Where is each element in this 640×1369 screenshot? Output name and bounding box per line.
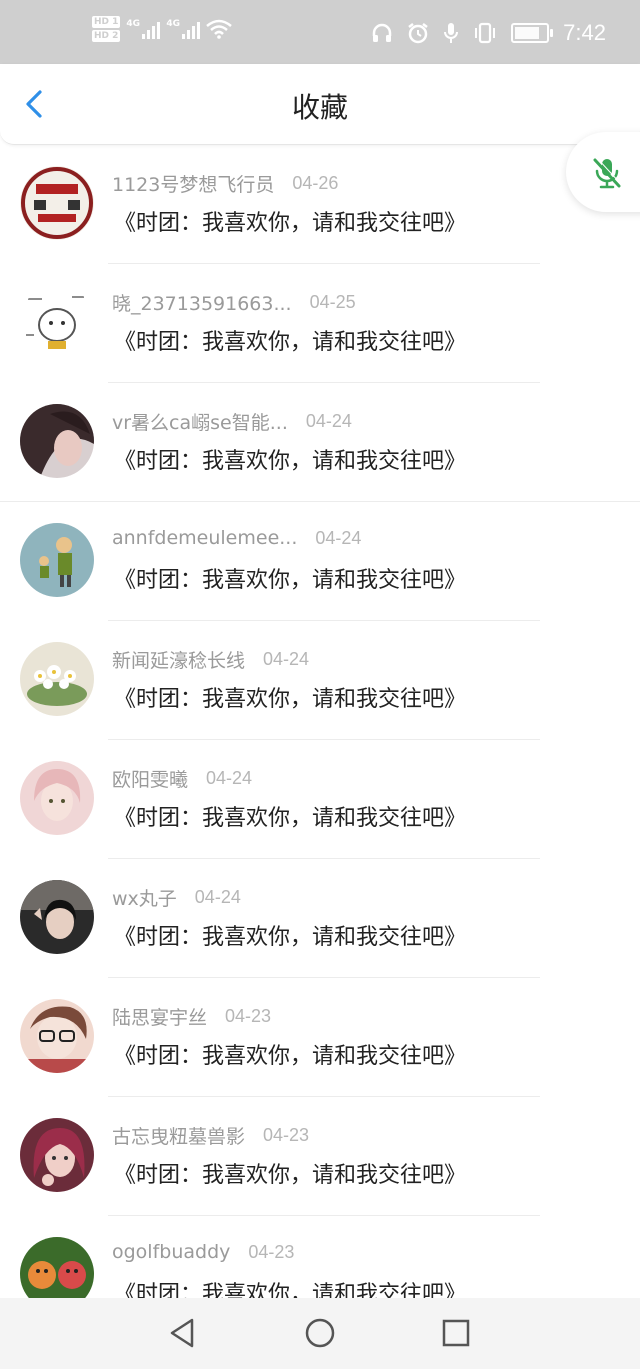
item-meta: wx丸子 04-24: [112, 884, 241, 911]
item-meta: 陆思宴宇丝 04-23: [112, 1003, 271, 1030]
item-title[interactable]: 《时团：我喜欢你，请和我交往吧》: [114, 205, 466, 237]
sim2-label: HD 2: [92, 30, 121, 42]
status-bar: HD 1 HD 2 4G 4G 7:42: [0, 0, 640, 64]
list-item[interactable]: 古忘曳粈墓兽影 04-23 《时团：我喜欢你，请和我交往吧》: [0, 1097, 640, 1216]
item-date: 04-25: [309, 292, 356, 312]
author-name[interactable]: wx丸子: [112, 884, 177, 911]
vibrate-icon: [475, 22, 496, 44]
item-date: 04-24: [194, 887, 241, 907]
avatar[interactable]: [20, 1237, 94, 1298]
mic-icon: [444, 23, 459, 43]
item-title[interactable]: 《时团：我喜欢你，请和我交往吧》: [114, 562, 466, 594]
signal-icon: 4G: [126, 19, 161, 39]
voice-toggle-button[interactable]: [566, 132, 640, 212]
status-time: 7:42: [563, 20, 606, 45]
avatar[interactable]: [20, 404, 94, 478]
item-date: 04-23: [263, 1125, 310, 1145]
list-item[interactable]: annfdemeulemee... 04-24 《时团：我喜欢你，请和我交往吧》: [0, 502, 640, 621]
avatar[interactable]: [20, 642, 94, 716]
list-item[interactable]: vr暑么ca嵶se智能... 04-24 《时团：我喜欢你，请和我交往吧》: [0, 383, 640, 502]
item-meta: 晓_23713591663... 04-25: [112, 289, 356, 316]
author-name[interactable]: 晓_23713591663...: [112, 289, 292, 316]
avatar[interactable]: [20, 999, 94, 1073]
item-title[interactable]: 《时团：我喜欢你，请和我交往吧》: [114, 443, 466, 475]
item-meta: 古忘曳粈墓兽影 04-23: [112, 1122, 309, 1149]
item-title[interactable]: 《时团：我喜欢你，请和我交往吧》: [114, 1157, 466, 1189]
status-left: HD 1 HD 2 4G 4G: [92, 16, 233, 42]
list-item[interactable]: 陆思宴宇丝 04-23 《时团：我喜欢你，请和我交往吧》: [0, 978, 640, 1097]
item-date: 04-24: [305, 411, 352, 431]
item-date: 04-24: [263, 649, 310, 669]
author-name[interactable]: 新闻延濠稔长线: [112, 646, 245, 673]
network1-label: 4G: [126, 19, 141, 29]
author-name[interactable]: annfdemeulemee...: [112, 527, 297, 549]
back-triangle-icon[interactable]: [166, 1316, 200, 1350]
list-item[interactable]: 晓_23713591663... 04-25 《时团：我喜欢你，请和我交往吧》: [0, 264, 640, 383]
page-title: 收藏: [291, 91, 348, 124]
author-name[interactable]: 陆思宴宇丝: [112, 1003, 207, 1030]
item-title[interactable]: 《时团：我喜欢你，请和我交往吧》: [114, 919, 466, 951]
item-meta: ogolfbuaddy 04-23: [112, 1241, 294, 1263]
author-name[interactable]: 欧阳雯曦: [112, 765, 188, 792]
battery-icon: [511, 23, 554, 43]
item-date: 04-23: [225, 1006, 272, 1026]
list-item[interactable]: 新闻延濠稔长线 04-24 《时团：我喜欢你，请和我交往吧》: [0, 621, 640, 740]
item-title[interactable]: 《时团：我喜欢你，请和我交往吧》: [114, 800, 466, 832]
avatar[interactable]: [20, 523, 94, 597]
header-bar: 收藏: [0, 64, 640, 145]
avatar[interactable]: [20, 880, 94, 954]
avatar[interactable]: [20, 1118, 94, 1192]
author-name[interactable]: vr暑么ca嵶se智能...: [112, 408, 288, 435]
item-meta: 1123号梦想飞行员 04-26: [112, 170, 338, 197]
item-date: 04-24: [315, 527, 362, 548]
network2-label: 4G: [166, 19, 181, 29]
item-title[interactable]: 《时团：我喜欢你，请和我交往吧》: [114, 1038, 466, 1070]
item-date: 04-26: [292, 173, 339, 193]
list-item[interactable]: wx丸子 04-24 《时团：我喜欢你，请和我交往吧》: [0, 859, 640, 978]
list-item[interactable]: 1123号梦想飞行员 04-26 《时团：我喜欢你，请和我交往吧》: [0, 145, 640, 264]
item-meta: vr暑么ca嵶se智能... 04-24: [112, 408, 352, 435]
item-meta: annfdemeulemee... 04-24: [112, 527, 361, 549]
list-item[interactable]: ogolfbuaddy 04-23 《时团：我喜欢你，请和我交往吧》: [0, 1216, 640, 1298]
alarm-icon: [408, 23, 428, 44]
recents-square-icon[interactable]: [439, 1316, 473, 1350]
favorites-list: 1123号梦想飞行员 04-26 《时团：我喜欢你，请和我交往吧》 晓_2371…: [0, 145, 640, 1298]
item-date: 04-23: [248, 1241, 295, 1262]
sim1-label: HD 1: [92, 16, 121, 28]
author-name[interactable]: 1123号梦想飞行员: [112, 170, 274, 197]
author-name[interactable]: 古忘曳粈墓兽影: [112, 1122, 245, 1149]
item-meta: 欧阳雯曦 04-24: [112, 765, 252, 792]
item-date: 04-24: [206, 768, 253, 788]
home-circle-icon[interactable]: [303, 1316, 337, 1350]
item-title[interactable]: 《时团：我喜欢你，请和我交往吧》: [114, 1276, 466, 1298]
system-nav-bar: [0, 1298, 640, 1369]
signal-icon: 4G: [166, 19, 201, 39]
item-title[interactable]: 《时团：我喜欢你，请和我交往吧》: [114, 324, 466, 356]
mic-off-icon: [593, 157, 622, 189]
item-title[interactable]: 《时团：我喜欢你，请和我交往吧》: [114, 681, 466, 713]
avatar[interactable]: [20, 761, 94, 835]
sim-labels: HD 1 HD 2: [92, 16, 121, 42]
avatar[interactable]: [20, 285, 94, 359]
avatar[interactable]: [20, 166, 94, 240]
author-name[interactable]: ogolfbuaddy: [112, 1241, 230, 1263]
list-item[interactable]: 欧阳雯曦 04-24 《时团：我喜欢你，请和我交往吧》: [0, 740, 640, 859]
headphones-icon: [372, 23, 392, 42]
wifi-icon: [206, 19, 233, 39]
item-meta: 新闻延濠稔长线 04-24: [112, 646, 309, 673]
status-right: 7:42: [371, 20, 606, 46]
